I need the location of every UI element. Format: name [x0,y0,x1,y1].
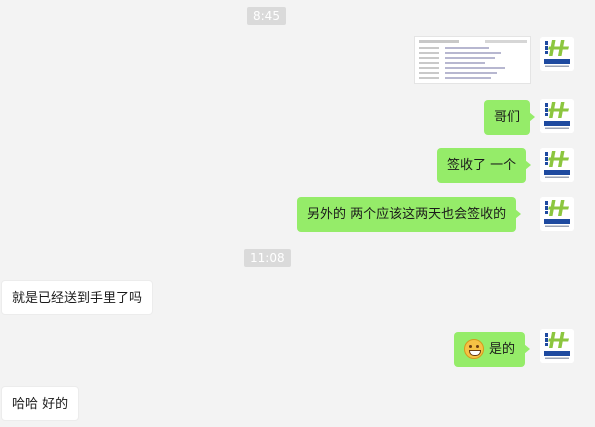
file-preview-line [445,57,495,59]
file-preview-line [419,57,439,59]
file-preview-line [419,77,439,79]
message-bubble-outgoing[interactable]: 是的 [454,332,531,367]
file-preview-header [485,40,527,43]
message-text: 签收了 一个 [447,158,517,173]
message-bubble-outgoing[interactable]: 签收了 一个 [437,148,532,183]
timestamp: 11:08 [244,249,291,267]
avatar[interactable] [540,148,574,182]
avatar[interactable] [540,99,574,133]
file-preview-line [419,52,439,54]
message-text: 另外的 两个应该这两天也会签收的 [307,207,507,222]
company-logo-icon [540,99,574,133]
file-preview-line [445,72,497,74]
message-bubble-outgoing[interactable]: 另外的 两个应该这两天也会签收的 [297,197,522,232]
company-logo-icon [540,329,574,363]
message-text: 哥们 [494,110,521,125]
file-preview-line [445,47,489,49]
message-bubble-incoming[interactable]: 哈哈 好的 [1,386,80,421]
file-preview-image[interactable] [414,36,531,84]
message-text: 是的 [489,342,516,357]
message-bubble-outgoing[interactable]: 哥们 [484,100,536,135]
message-text: 就是已经送到手里了吗 [12,291,143,306]
file-preview-line [419,72,439,74]
file-preview-line [445,62,485,64]
file-preview-line [419,47,439,49]
company-logo-icon [540,37,574,71]
avatar[interactable] [540,37,574,71]
company-logo-icon [540,197,574,231]
file-preview-line [445,52,501,54]
file-preview-line [419,62,439,64]
avatar[interactable] [540,197,574,231]
message-bubble-incoming[interactable]: 就是已经送到手里了吗 [1,280,154,315]
file-preview-header [419,40,459,43]
timestamp: 8:45 [247,7,286,25]
company-logo-icon [540,148,574,182]
avatar[interactable] [540,329,574,363]
message-text: 哈哈 好的 [12,397,69,412]
grinning-face-icon [464,338,484,359]
file-preview-line [419,67,439,69]
file-preview-line [445,77,491,79]
file-preview-line [445,67,505,69]
